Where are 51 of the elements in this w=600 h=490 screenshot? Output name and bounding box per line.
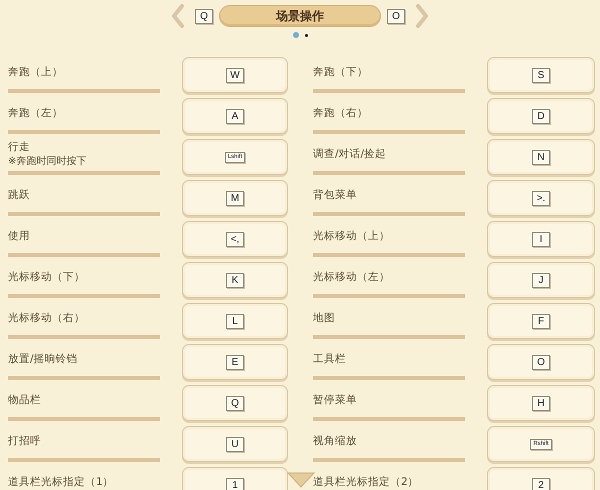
action-name: 调查/对话/捡起 [313,147,388,161]
action-name: 奔跑（上） [8,65,64,79]
action-name: 跳跃 [8,188,31,202]
key-binding-button[interactable]: U [182,426,288,462]
key-binding-button[interactable]: L [182,303,288,339]
key-binding-button[interactable]: Q [182,385,288,421]
key-binding-button[interactable]: N [487,139,595,175]
action-name: 工具栏 [313,352,347,366]
action-name: 光标移动（左） [313,270,391,284]
page-title: 场景操作 [219,5,381,27]
key-binding-button[interactable]: A [182,98,288,134]
action-name: 视角缩放 [313,434,358,448]
action-name: 光标移动（右） [8,311,86,325]
key-binding-button[interactable]: E [182,344,288,380]
action-name: 暂停菜单 [313,393,358,407]
scroll-down-arrow-icon[interactable] [287,472,315,488]
action-name: 行走 [8,140,31,154]
key-binding-button[interactable]: W [182,57,288,93]
action-name: 道具栏光标指定（1） [8,475,115,489]
key-binding-button[interactable]: H [487,385,595,421]
key-binding-button[interactable]: S [487,57,595,93]
action-name: 物品栏 [8,393,42,407]
action-name: 使用 [8,229,31,243]
chevron-right-icon[interactable] [415,4,429,28]
action-note: ※奔跑时同时按下 [8,154,88,168]
action-name: 奔跑（右） [313,106,369,120]
action-name: 背包菜单 [313,188,358,202]
key-binding-button[interactable]: 1 [182,467,288,490]
action-name: 道具栏光标指定（2） [313,475,420,489]
key-cap: O [387,8,405,24]
key-binding-button[interactable]: I [487,221,595,257]
action-name: 放置/摇晌铃铛 [8,352,79,366]
action-name: 打招呼 [8,434,42,448]
page-dot[interactable] [292,32,298,38]
key-binding-button[interactable]: J [487,262,595,298]
key-binding-button[interactable]: M [182,180,288,216]
action-name: 奔跑（左） [8,106,64,120]
key-binding-button[interactable]: O [487,344,595,380]
action-name: 奔跑（下） [313,65,369,79]
key-cap: Q [195,8,213,24]
action-name: 地图 [313,311,336,325]
key-binding-button[interactable]: F [487,303,595,339]
action-name: 光标移动（上） [313,229,391,243]
action-name: 光标移动（下） [8,270,86,284]
key-binding-button[interactable]: <, [182,221,288,257]
key-binding-button[interactable]: K [182,262,288,298]
key-binding-button[interactable]: D [487,98,595,134]
chevron-left-icon[interactable] [171,4,185,28]
page-dot[interactable] [304,34,308,36]
key-binding-button[interactable]: 2 [487,467,595,490]
key-binding-button[interactable]: >. [487,180,595,216]
